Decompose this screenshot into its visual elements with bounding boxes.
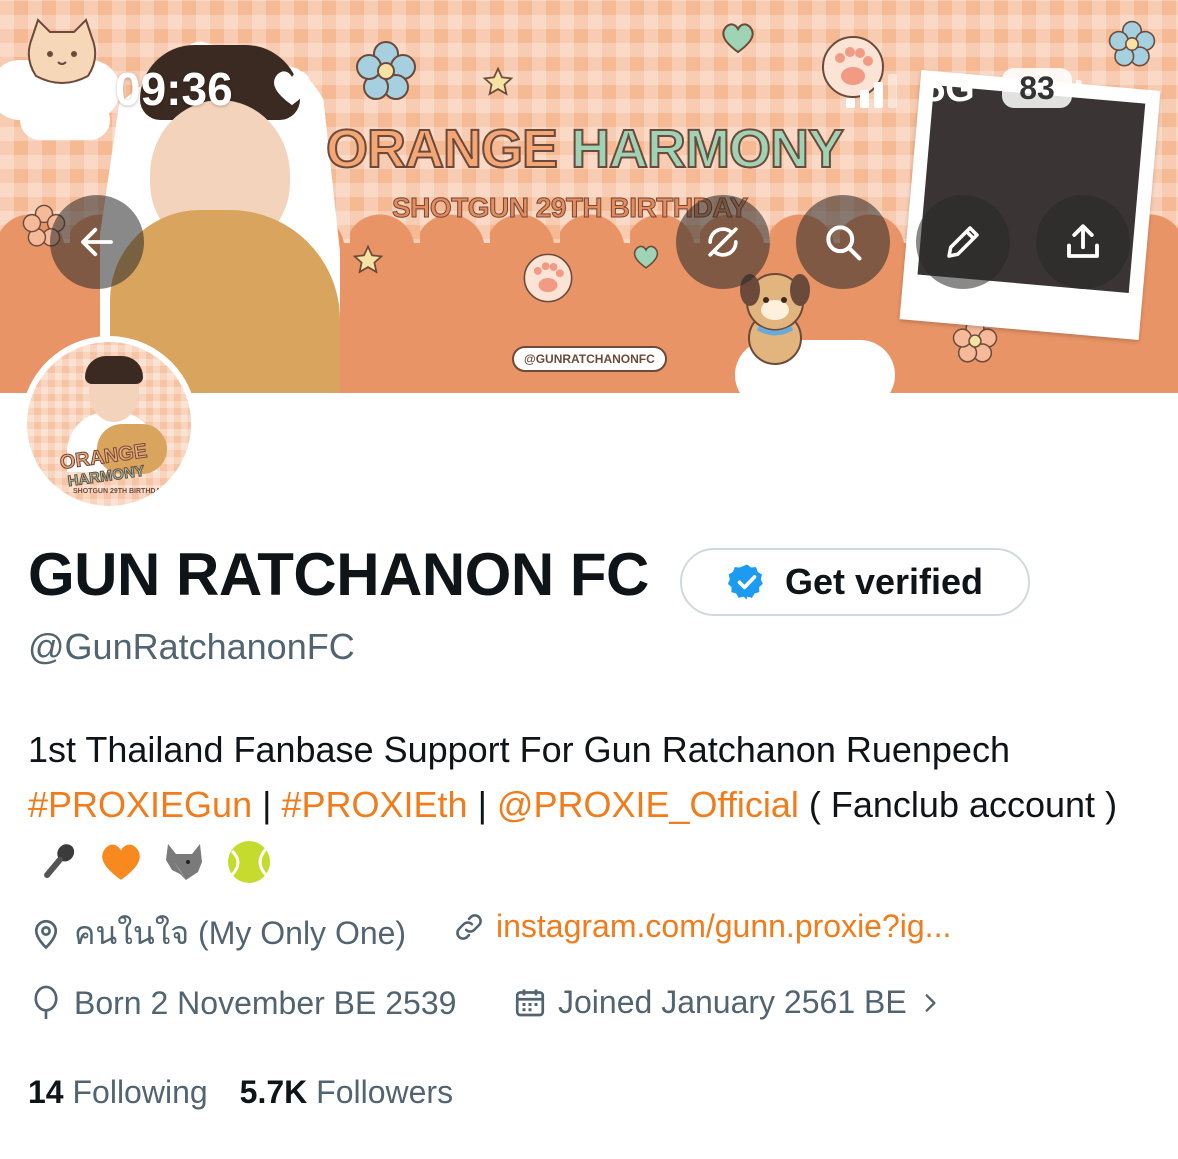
paw-icon xyxy=(523,253,573,303)
hashtag-link[interactable]: #PROXIEth xyxy=(281,784,467,825)
avatar-subtitle: SHOTGUN 29TH BIRTHDAY xyxy=(73,488,165,495)
hashtag-link[interactable]: #PROXIEGun xyxy=(28,784,252,825)
cat-sticker-icon xyxy=(27,18,97,84)
mention-link[interactable]: @PROXIE_Official xyxy=(497,784,799,825)
profile-name: GUN RATCHANON FC xyxy=(28,541,649,608)
search-button[interactable] xyxy=(796,195,890,289)
heart-icon xyxy=(633,245,659,269)
avatar-hair xyxy=(85,356,143,384)
heart-status-icon xyxy=(274,71,310,106)
follow-counts: 14 Following 5.7K Followers xyxy=(28,1074,453,1111)
following-label: Following xyxy=(72,1074,208,1110)
bio-separator: | xyxy=(467,784,497,825)
followers-count-link[interactable]: 5.7K Followers xyxy=(240,1074,453,1111)
sync-off-button[interactable] xyxy=(676,195,770,289)
battery-tip xyxy=(1076,80,1082,96)
flower-icon xyxy=(1108,20,1156,67)
flower-icon xyxy=(356,41,416,100)
sync-off-icon xyxy=(708,227,738,257)
profile-bio: 1st Thailand Fanbase Support For Gun Rat… xyxy=(28,722,1148,887)
profile-joined-date: Joined January 2561 BE xyxy=(558,984,907,1020)
microphone-icon xyxy=(44,844,75,879)
pencil-icon xyxy=(947,226,979,258)
location-row: คนในใจ (My Only One) xyxy=(28,908,406,959)
banner-title: ORANGE HARMONY xyxy=(325,118,845,180)
heart-icon xyxy=(722,23,754,54)
balloon-icon xyxy=(34,985,58,1020)
following-count-link[interactable]: 14 Following xyxy=(28,1074,208,1111)
get-verified-button[interactable]: Get verified xyxy=(680,548,1030,616)
link-icon xyxy=(456,913,482,940)
signal-strength-icon xyxy=(846,74,897,108)
calendar-icon xyxy=(515,989,545,1016)
orange-heart-icon xyxy=(102,845,140,881)
location-pin-icon xyxy=(34,919,58,949)
battery-indicator: 83 xyxy=(1002,68,1072,108)
followers-count: 5.7K xyxy=(239,1074,308,1110)
wolf-icon xyxy=(166,844,203,881)
banner-handle-tag: @GUNRATCHANONFC xyxy=(512,346,667,372)
joined-row[interactable]: Joined January 2561 BE xyxy=(512,984,943,1021)
arrow-left-icon xyxy=(81,227,113,257)
avatar-image: ORANGE HARMONY SHOTGUN 29TH BIRTHDAY xyxy=(27,342,191,506)
edit-button[interactable] xyxy=(916,195,1010,289)
website-row[interactable]: instagram.com/gunn.proxie?ig... xyxy=(452,908,951,945)
profile-birthday: Born 2 November BE 2539 xyxy=(74,984,457,1021)
verified-badge-icon xyxy=(727,564,763,600)
banner-cloud xyxy=(20,100,110,140)
avatar-title: ORANGE HARMONY xyxy=(58,440,149,491)
search-icon xyxy=(826,225,862,261)
profile-website-link[interactable]: instagram.com/gunn.proxie?ig... xyxy=(496,908,951,945)
following-count: 14 xyxy=(28,1074,64,1110)
chevron-right-icon xyxy=(925,993,936,1012)
share-icon xyxy=(1067,224,1099,258)
birthday-row: Born 2 November BE 2539 xyxy=(28,984,456,1022)
bio-text: ( Fanclub account ) xyxy=(798,784,1118,825)
profile-avatar[interactable]: ORANGE HARMONY SHOTGUN 29TH BIRTHDAY xyxy=(21,336,197,512)
tennis-ball-icon xyxy=(228,841,271,884)
star-icon xyxy=(482,66,514,96)
back-button[interactable] xyxy=(50,195,144,289)
profile-location: คนในใจ (My Only One) xyxy=(74,915,407,951)
bio-separator: | xyxy=(252,784,282,825)
share-button[interactable] xyxy=(1036,195,1130,289)
followers-label: Followers xyxy=(316,1074,454,1110)
profile-handle: @GunRatchanonFC xyxy=(28,626,355,667)
bio-text: 1st Thailand Fanbase Support For Gun Rat… xyxy=(28,729,1010,770)
star-icon xyxy=(352,244,384,274)
network-type: 5G xyxy=(924,68,975,110)
get-verified-label: Get verified xyxy=(784,561,984,602)
status-time: 09:36 xyxy=(115,63,233,115)
profile-banner[interactable]: ORANGE HARMONY SHOTGUN 29TH BIRTHDAY @GU… xyxy=(0,0,1178,393)
